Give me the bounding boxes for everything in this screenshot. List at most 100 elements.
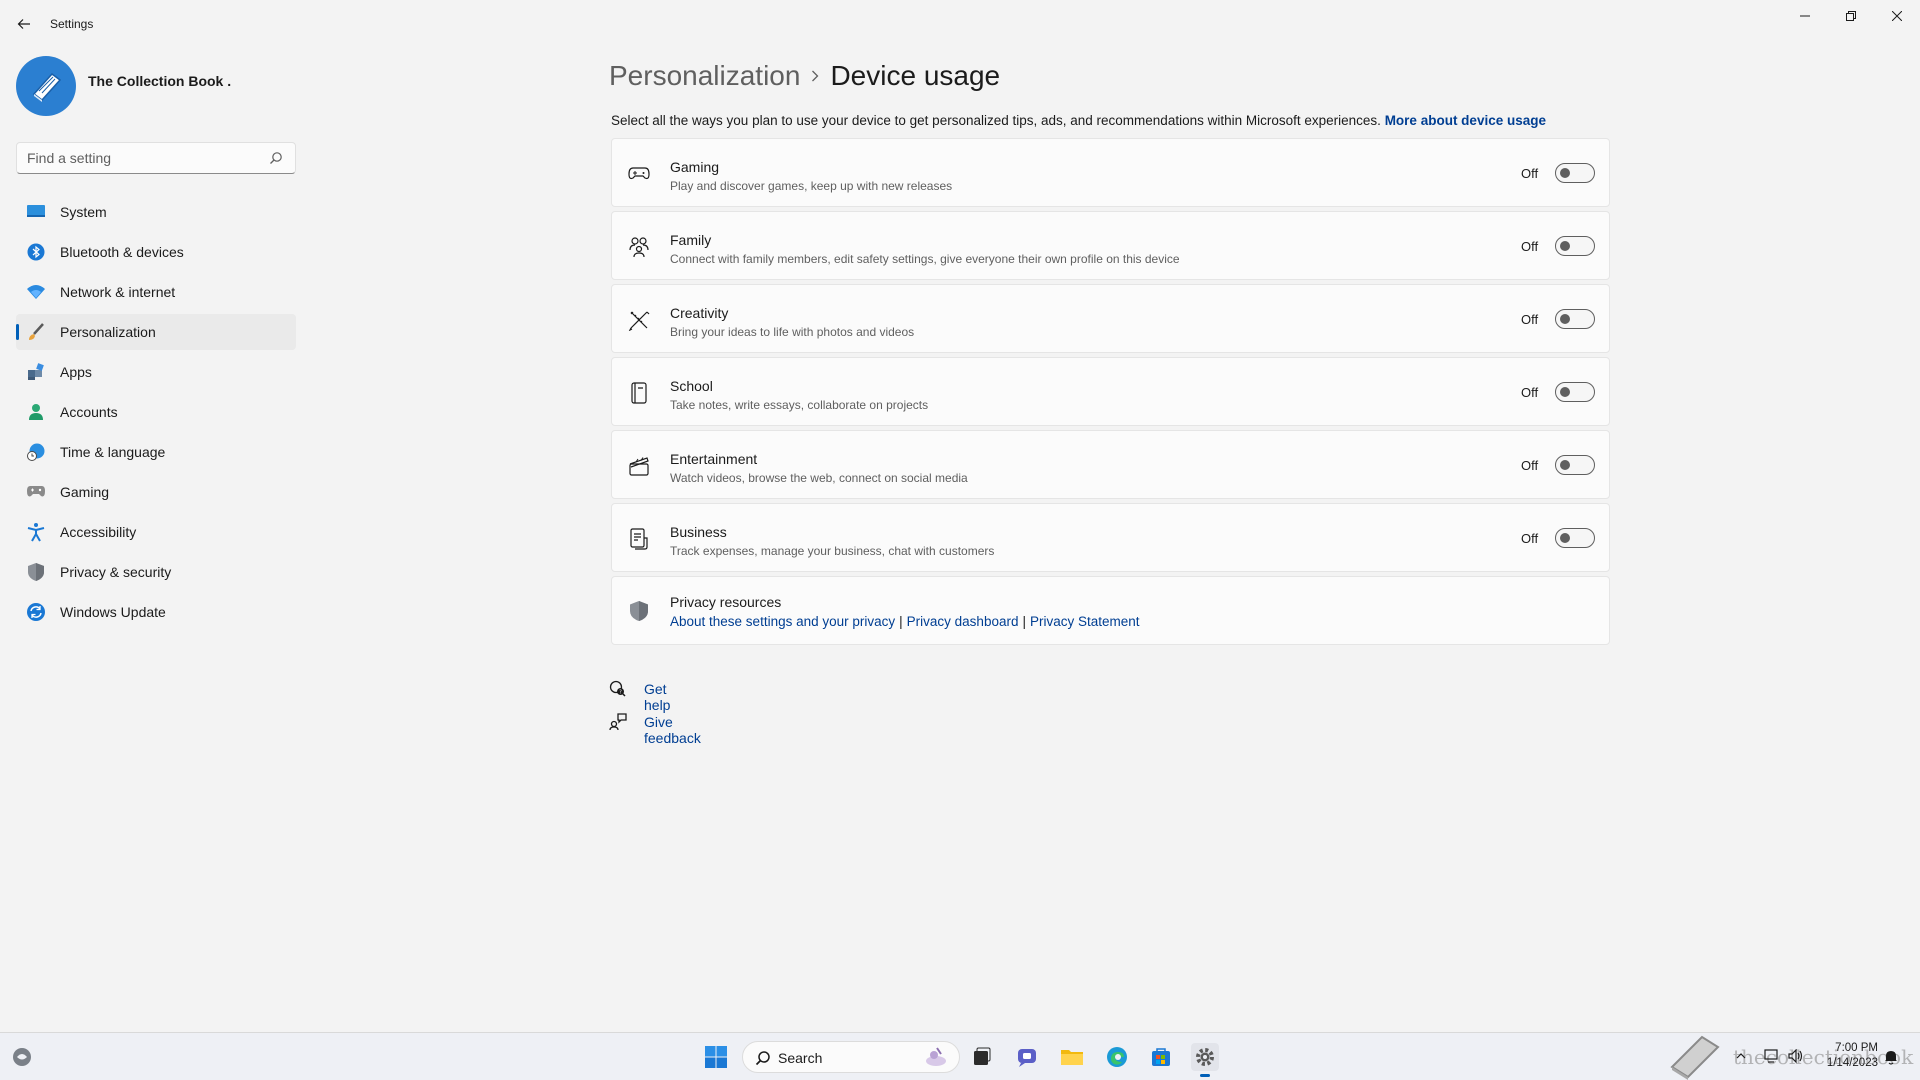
start-button[interactable] (704, 1045, 728, 1069)
chat-icon (1018, 1049, 1036, 1067)
sidebar-item-windows-update[interactable]: Windows Update (16, 594, 296, 630)
privacy-dashboard-link[interactable]: Privacy dashboard (907, 614, 1019, 629)
notebook-icon (628, 382, 650, 404)
store-icon (1152, 1048, 1170, 1066)
minimize-icon (1800, 15, 1810, 17)
title-bar: Settings (0, 0, 1920, 48)
edge-browser-icon (1107, 1047, 1127, 1067)
breadcrumb-parent-link[interactable]: Personalization (609, 60, 800, 92)
sidebar-item-gaming[interactable]: Gaming (16, 474, 296, 510)
sidebar-item-network[interactable]: Network & internet (16, 274, 296, 310)
school-toggle[interactable] (1555, 382, 1595, 402)
notification-bell-icon[interactable] (1884, 1049, 1898, 1068)
feedback-icon (609, 713, 627, 731)
sidebar-item-apps[interactable]: Apps (16, 354, 296, 390)
widgets-button[interactable] (10, 1045, 34, 1069)
breadcrumb: Personalization Device usage (609, 56, 1000, 96)
search-highlight-icon (923, 1046, 949, 1073)
gamepad-icon (26, 482, 46, 502)
toggle-knob (1560, 387, 1570, 397)
update-icon (26, 602, 46, 622)
toggle-state-label: Off (1521, 385, 1539, 400)
sidebar-nav: System Bluetooth & devices Network & int… (16, 194, 296, 634)
clock-time: 7:00 PM (1835, 1042, 1878, 1054)
sidebar-item-bluetooth[interactable]: Bluetooth & devices (16, 234, 296, 270)
close-icon (1892, 11, 1902, 21)
gear-icon (1196, 1048, 1214, 1066)
app-title: Settings (50, 17, 94, 31)
entertainment-toggle[interactable] (1555, 455, 1595, 475)
close-button[interactable] (1874, 0, 1920, 32)
link-separator: | (899, 614, 903, 629)
weather-icon (13, 1048, 31, 1066)
more-about-device-usage-link[interactable]: More about device usage (1385, 113, 1546, 128)
restore-icon (1846, 11, 1856, 21)
family-toggle[interactable] (1555, 236, 1595, 256)
privacy-links: About these settings and your privacy | Pr… (670, 614, 1140, 629)
document-icon (628, 528, 650, 550)
sidebar-item-accounts[interactable]: Accounts (16, 394, 296, 430)
back-arrow-icon (17, 19, 30, 29)
business-toggle[interactable] (1555, 528, 1595, 548)
restore-button[interactable] (1828, 0, 1874, 32)
sidebar-item-privacy-security[interactable]: Privacy & security (16, 554, 296, 590)
usage-option-creativity: Creativity Bring your ideas to life with… (611, 284, 1610, 353)
taskbar-clock[interactable]: 7:00 PM 1/14/2023 (1812, 1041, 1878, 1071)
privacy-resources-card: Privacy resources About these settings a… (611, 576, 1610, 645)
toggle-knob (1560, 533, 1570, 543)
usage-option-business: Business Track expenses, manage your bus… (611, 503, 1610, 572)
toggle-state-label: Off (1521, 531, 1539, 546)
pen-ruler-icon (628, 309, 650, 331)
intro-text: Select all the ways you plan to use your… (611, 113, 1546, 128)
brush-icon (26, 322, 46, 342)
toggle-knob (1560, 460, 1570, 470)
task-view-icon (974, 1047, 991, 1065)
give-feedback-link[interactable]: Give feedback (644, 714, 701, 746)
find-setting-box[interactable] (16, 142, 296, 174)
toggle-knob (1560, 168, 1570, 178)
get-help-link[interactable]: Get help (644, 681, 670, 713)
sidebar-item-system[interactable]: System (16, 194, 296, 230)
toggle-knob (1560, 314, 1570, 324)
volume-icon[interactable] (1788, 1048, 1804, 1066)
back-button[interactable] (14, 14, 34, 34)
gaming-toggle[interactable] (1555, 163, 1595, 183)
help-icon: ? (609, 680, 627, 698)
taskbar-store[interactable] (1147, 1043, 1175, 1071)
sidebar-item-time-language[interactable]: Time & language (16, 434, 296, 470)
network-status-icon[interactable] (1764, 1049, 1780, 1066)
search-icon[interactable] (269, 151, 285, 167)
about-settings-privacy-link[interactable]: About these settings and your privacy (670, 614, 895, 629)
toggle-state-label: Off (1521, 239, 1539, 254)
taskbar-file-explorer[interactable] (1058, 1043, 1086, 1071)
accessibility-icon (26, 522, 46, 542)
book-logo-icon (32, 72, 62, 102)
avatar (16, 56, 76, 116)
taskbar-edge[interactable] (1103, 1043, 1131, 1071)
family-icon (628, 236, 650, 258)
monitor-icon (26, 202, 46, 222)
apps-icon (26, 362, 46, 382)
creativity-toggle[interactable] (1555, 309, 1595, 329)
profile-name: The Collection Book . (88, 73, 232, 89)
find-setting-input[interactable] (17, 143, 257, 173)
privacy-statement-link[interactable]: Privacy Statement (1030, 614, 1140, 629)
user-profile[interactable]: The Collection Book . (16, 56, 296, 120)
taskbar-teams[interactable] (1013, 1043, 1041, 1071)
intro-description: Select all the ways you plan to use your… (611, 113, 1381, 128)
sidebar-item-personalization[interactable]: Personalization (16, 314, 296, 350)
taskbar-search[interactable]: Search (742, 1041, 960, 1073)
clock-date: 1/14/2023 (1826, 1057, 1878, 1069)
page-title: Device usage (830, 60, 1001, 91)
usage-option-entertainment: Entertainment Watch videos, browse the w… (611, 430, 1610, 499)
toggle-state-label: Off (1521, 458, 1539, 473)
device-usage-options: Gaming Play and discover games, keep up … (611, 138, 1610, 645)
minimize-button[interactable] (1782, 0, 1828, 32)
show-hidden-icons-chevron-icon[interactable] (1736, 1049, 1746, 1063)
clapperboard-icon (628, 455, 650, 477)
taskbar-settings[interactable] (1191, 1043, 1219, 1077)
taskbar-task-view[interactable] (968, 1043, 996, 1071)
link-separator: | (1022, 614, 1026, 629)
sidebar-item-accessibility[interactable]: Accessibility (16, 514, 296, 550)
toggle-state-label: Off (1521, 166, 1539, 181)
